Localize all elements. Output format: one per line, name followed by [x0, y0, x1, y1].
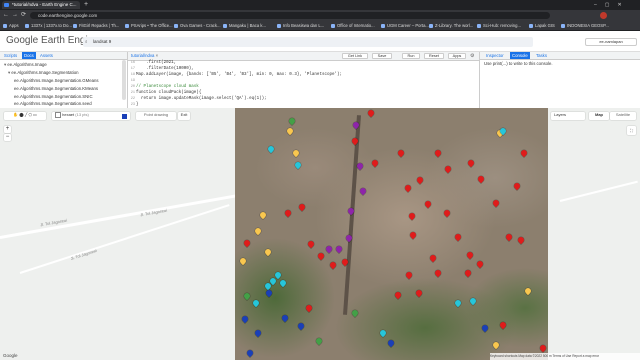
map-attribution: Keyboard shortcuts Map data ©2022 500 m … [490, 353, 640, 360]
layer-checkbox[interactable] [55, 112, 61, 118]
browser-tab-active[interactable]: *tutorial/ndva - Earth Engine C... [2, 1, 80, 9]
reset-button[interactable]: Reset [424, 53, 444, 59]
layer-count: (13 pts) [75, 112, 89, 118]
point-marker-icon[interactable]: ⬤ [19, 112, 23, 117]
bookmark-item[interactable]: Z-Library. The worl... [428, 22, 473, 30]
bookmark-item[interactable]: 1337x | 1337x.to Do... [24, 22, 72, 30]
map-type-map-button[interactable]: Map [589, 112, 609, 120]
browser-tab-bar [0, 0, 640, 10]
window-controls-icon[interactable]: –▢✕ [594, 1, 630, 9]
tab-assets[interactable]: Assets [38, 52, 55, 59]
run-button[interactable]: Run [402, 53, 420, 59]
map-type-satellite-button[interactable]: Satellite [610, 112, 636, 120]
bookmark-item[interactable]: FitGirl Repacks | Th... [72, 22, 119, 30]
docs-tree-item[interactable]: ee.Algorithms.Image.Segmentation.SNIC [14, 93, 93, 100]
editor-file-tab[interactable]: tutorial/ndva × [131, 52, 158, 60]
settings-gear-icon[interactable]: ⚙ [470, 53, 477, 59]
point-drawing-status: Point drawing [136, 112, 176, 120]
google-map-logo: Google [3, 353, 18, 358]
url-text: code.earthengine.google.com [38, 13, 98, 18]
tab-console[interactable]: Console [510, 52, 530, 59]
rectangle-icon[interactable]: ▭ [33, 112, 37, 117]
tab-inspector[interactable]: Inspector [484, 52, 506, 59]
bookmark-item[interactable]: Office of Internatio... [330, 22, 375, 30]
exit-button[interactable]: Exit [178, 112, 190, 120]
docs-tree-item[interactable]: ▾ ee.Algorithms.Image.Segmentation [8, 69, 78, 76]
bookmark-item[interactable]: UGM Career – Porta... [380, 22, 429, 30]
layers-dropdown[interactable]: Layers [551, 112, 585, 120]
new-tab-icon[interactable]: + [84, 1, 88, 9]
zoom-out-button[interactable]: − [4, 134, 11, 141]
code-line[interactable]: Map.addLayer(image, {bands: ['B5', 'B4',… [136, 72, 342, 78]
geometry-layer-selector[interactable]: hexaet (13 pts) [52, 112, 130, 120]
docs-tree-label: ee.Algorithms.Image [7, 62, 47, 67]
left-panel-scrollbar[interactable] [122, 60, 126, 100]
apps-button[interactable]: Apps [448, 53, 466, 59]
editor-file-name: tutorial/ndva [131, 53, 155, 58]
bookmark-item[interactable]: Ova Games - Crack... [173, 22, 221, 30]
earth-engine-favicon-icon [4, 3, 9, 7]
layers-label: Layers [554, 112, 567, 117]
docs-tree-label: ee.Algorithms.Image.Segmentation [11, 70, 79, 75]
search-value: landsat 9 [93, 39, 112, 44]
bookmark-item[interactable]: Mangaku | Baca k... [222, 22, 266, 30]
tab-scripts[interactable]: Scripts [2, 52, 19, 59]
user-account-button[interactable]: ee-namlapan [585, 38, 637, 46]
browser-tab-label: *tutorial/ndva - Earth Engine C... [12, 2, 77, 7]
bookmark-item[interactable]: Apps [2, 22, 19, 30]
docs-tree-item[interactable]: ▾ ee.Algorithms.Image [4, 61, 47, 68]
docs-tree-item[interactable]: ee.Algorithms.Image.Segmentation.GMeans [14, 77, 99, 84]
docs-tree-item[interactable]: ee.Algorithms.Image.Segmentation.seed [14, 100, 92, 107]
line-icon[interactable]: ╱ [25, 112, 27, 117]
polygon-icon[interactable]: ⬠ [28, 112, 31, 117]
tab-tasks[interactable]: Tasks [534, 52, 549, 59]
bookmark-item[interactable]: PSArips • The Office... [124, 22, 173, 30]
hand-icon[interactable]: ✋ [13, 112, 18, 117]
bookmark-item[interactable]: INDONESIA GEOSP... [560, 22, 609, 30]
user-name: ee-namlapan [599, 39, 623, 44]
zoom-in-button[interactable]: + [4, 126, 11, 133]
get-link-button[interactable]: Get Link [342, 53, 368, 59]
save-button[interactable]: Save [372, 53, 392, 59]
bookmark-item[interactable]: Sci-Hub: removing... [476, 22, 521, 30]
docs-tree-item[interactable]: ee.Algorithms.Image.Segmentation.KMeans [14, 85, 98, 92]
code-line[interactable]: return image.updateMask(image.select('QA… [136, 96, 267, 102]
profile-avatar[interactable] [600, 12, 607, 19]
fullscreen-icon[interactable]: ⛶ [627, 126, 636, 135]
tab-docs[interactable]: Docs [22, 52, 36, 59]
search-input[interactable]: ⌕ landsat 9 [83, 37, 533, 47]
search-icon: ⌕ [85, 39, 88, 44]
url-field[interactable]: code.earthengine.google.com [30, 12, 550, 19]
point-drawing-label: Point drawing [143, 112, 169, 117]
bookmark-item[interactable]: Info Beasiswa dan L... [276, 22, 324, 30]
drawing-tools-bar[interactable]: ✋ ⬤ ╱ ⬠ ▭ [4, 112, 46, 120]
nav-buttons-icon[interactable]: ←→⟳ [3, 11, 29, 19]
layer-name: hexaet [62, 112, 75, 118]
console-hint: Use print(...) to write to this console. [484, 61, 553, 66]
layer-color-swatch[interactable] [122, 113, 127, 119]
bookmark-item[interactable]: Lapak GIS [528, 22, 555, 30]
